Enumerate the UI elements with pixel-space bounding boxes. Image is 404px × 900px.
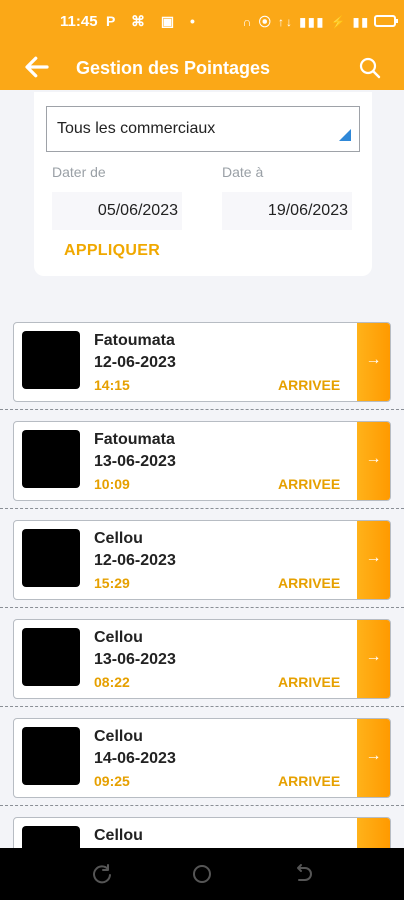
- app-bar: Gestion des Pointages: [0, 46, 404, 90]
- open-entry-button[interactable]: →: [357, 521, 390, 599]
- arrow-right-icon: →: [365, 351, 382, 368]
- pointage-card[interactable]: Cellou →: [13, 817, 391, 848]
- entry-time: 14:15: [94, 377, 130, 393]
- notification-icons: P ⌘ ▣ •: [106, 13, 201, 29]
- commercial-select-value: Tous les commerciaux: [57, 120, 216, 137]
- entry-name: Cellou: [94, 530, 143, 547]
- open-entry-button[interactable]: →: [357, 719, 390, 797]
- avatar: [22, 727, 80, 785]
- date-to-field[interactable]: 19/06/2023: [222, 192, 352, 230]
- entry-name: Cellou: [94, 629, 143, 646]
- pointage-card[interactable]: Cellou 13-06-2023 08:22 ARRIVEE →: [13, 619, 391, 699]
- list-item: Cellou 14-06-2023 09:25 ARRIVEE →: [0, 708, 404, 806]
- date-from-label: Dater de: [52, 164, 106, 180]
- divider: [0, 706, 404, 707]
- avatar: [22, 826, 80, 848]
- list-item: Fatoumata 13-06-2023 10:09 ARRIVEE →: [0, 411, 404, 509]
- entry-status: ARRIVEE: [278, 476, 341, 492]
- entry-date: 12-06-2023: [94, 552, 176, 569]
- entry-status: ARRIVEE: [278, 377, 341, 393]
- date-from-field[interactable]: 05/06/2023: [52, 192, 182, 230]
- avatar: [22, 529, 80, 587]
- entry-time: 09:25: [94, 773, 130, 789]
- divider: [0, 805, 404, 806]
- system-nav-bar: [0, 848, 404, 900]
- entry-date: 13-06-2023: [94, 651, 176, 668]
- battery-icon: [374, 15, 398, 27]
- list-item: Cellou →: [0, 807, 404, 848]
- commercial-select[interactable]: Tous les commerciaux: [46, 106, 360, 152]
- recent-apps-icon[interactable]: [90, 862, 114, 886]
- avatar: [22, 430, 80, 488]
- arrow-right-icon: →: [365, 549, 382, 566]
- entry-status: ARRIVEE: [278, 773, 341, 789]
- pointage-card[interactable]: Fatoumata 13-06-2023 10:09 ARRIVEE →: [13, 421, 391, 501]
- entry-date: 12-06-2023: [94, 354, 176, 371]
- pointage-list: Fatoumata 12-06-2023 14:15 ARRIVEE → Fat…: [0, 312, 404, 848]
- open-entry-button[interactable]: →: [357, 818, 390, 848]
- status-bar: 11:45 P ⌘ ▣ • ∩ ⦿ ↑↓ ▮▮▮ ⚡ ▮▮: [0, 0, 404, 46]
- pointage-card[interactable]: Cellou 14-06-2023 09:25 ARRIVEE →: [13, 718, 391, 798]
- back-arrow-icon[interactable]: [22, 52, 52, 82]
- apply-button[interactable]: APPLIQUER: [64, 242, 160, 260]
- entry-name: Cellou: [94, 827, 143, 844]
- entry-date: 13-06-2023: [94, 453, 176, 470]
- entry-time: 10:09: [94, 476, 130, 492]
- filter-card: Tous les commerciaux Dater de Date à 05/…: [34, 92, 372, 276]
- pointage-card[interactable]: Fatoumata 12-06-2023 14:15 ARRIVEE →: [13, 322, 391, 402]
- divider: [0, 607, 404, 608]
- divider: [0, 409, 404, 410]
- page-title: Gestion des Pointages: [76, 58, 271, 78]
- open-entry-button[interactable]: →: [357, 422, 390, 500]
- entry-date: 14-06-2023: [94, 750, 176, 767]
- arrow-right-icon: →: [365, 450, 382, 467]
- system-icons-text: ∩ ⦿ ↑↓ ▮▮▮ ⚡ ▮▮: [242, 15, 370, 29]
- arrow-right-icon: →: [365, 648, 382, 665]
- avatar: [22, 628, 80, 686]
- back-nav-icon[interactable]: [292, 862, 316, 886]
- entry-name: Cellou: [94, 728, 143, 745]
- home-icon[interactable]: [190, 862, 214, 886]
- dropdown-triangle-icon: [339, 129, 351, 141]
- list-item: Fatoumata 12-06-2023 14:15 ARRIVEE →: [0, 312, 404, 410]
- entry-status: ARRIVEE: [278, 575, 341, 591]
- date-to-label: Date à: [222, 164, 264, 180]
- divider: [0, 508, 404, 509]
- system-icons: ∩ ⦿ ↑↓ ▮▮▮ ⚡ ▮▮: [242, 13, 398, 30]
- list-item: Cellou 12-06-2023 15:29 ARRIVEE →: [0, 510, 404, 608]
- entry-time: 08:22: [94, 674, 130, 690]
- entry-name: Fatoumata: [94, 431, 175, 448]
- open-entry-button[interactable]: →: [357, 620, 390, 698]
- open-entry-button[interactable]: →: [357, 323, 390, 401]
- pointage-card[interactable]: Cellou 12-06-2023 15:29 ARRIVEE →: [13, 520, 391, 600]
- arrow-right-icon: →: [365, 747, 382, 764]
- avatar: [22, 331, 80, 389]
- list-item: Cellou 13-06-2023 08:22 ARRIVEE →: [0, 609, 404, 707]
- search-icon[interactable]: [358, 56, 382, 80]
- entry-status: ARRIVEE: [278, 674, 341, 690]
- status-time: 11:45: [60, 13, 98, 30]
- entry-name: Fatoumata: [94, 332, 175, 349]
- entry-time: 15:29: [94, 575, 130, 591]
